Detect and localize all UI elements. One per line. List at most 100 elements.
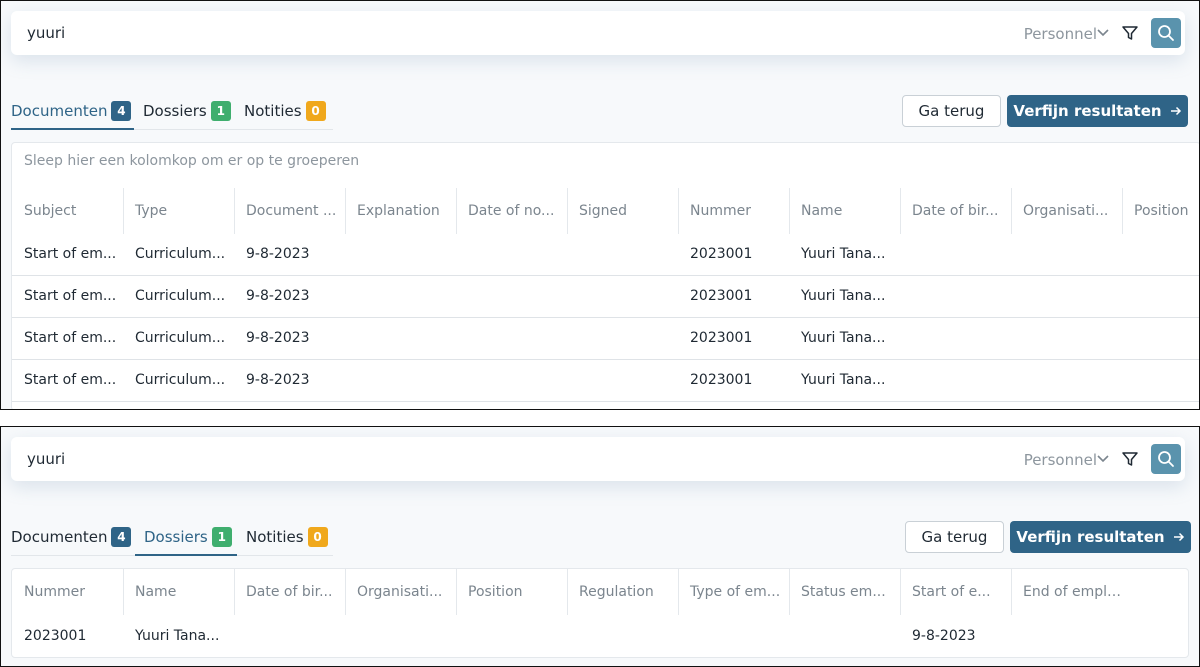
tab-dossiers[interactable]: Dossiers 1 xyxy=(143,97,235,130)
column-resize-handle[interactable] xyxy=(456,188,457,234)
tab-label: Notities xyxy=(244,102,302,120)
dossiers-grid: Nummer Name Date of bir... Organisati... Pos… xyxy=(11,568,1189,658)
column-resize-handle[interactable] xyxy=(123,569,124,615)
column-resize-handle[interactable] xyxy=(678,188,679,234)
column-header[interactable]: Explanation xyxy=(345,188,456,234)
table-cell: Yuuri Tana... xyxy=(801,288,886,304)
table-cell xyxy=(678,616,789,657)
table-row[interactable]: 2023001 Yuuri Tana... 9-8-2023 xyxy=(12,616,1188,657)
table-cell: 9-8-2023 xyxy=(246,246,310,262)
column-header[interactable]: Start of e... xyxy=(900,569,1011,615)
filter-icon[interactable] xyxy=(1121,24,1139,42)
column-header[interactable]: Position xyxy=(1122,188,1199,234)
tab-documenten[interactable]: Documenten 4 xyxy=(11,523,134,556)
table-cell xyxy=(456,616,567,657)
column-resize-handle[interactable] xyxy=(900,569,901,615)
column-header[interactable]: Type of em... xyxy=(678,569,789,615)
column-header[interactable]: Position xyxy=(456,569,567,615)
table-cell xyxy=(1011,234,1122,275)
tab-documenten[interactable]: Documenten 4 xyxy=(11,97,134,130)
column-header[interactable]: Status em... xyxy=(789,569,900,615)
table-row[interactable]: Start of em... Curriculum... 9-8-2023 20230… xyxy=(12,360,1199,402)
column-resize-handle[interactable] xyxy=(234,569,235,615)
table-cell xyxy=(1011,276,1122,317)
table-cell xyxy=(345,360,456,401)
table-cell: Yuuri Tana... xyxy=(801,330,886,346)
table-cell xyxy=(900,234,1011,275)
column-header[interactable]: Nummer xyxy=(12,569,123,615)
table-row[interactable]: Start of em... Curriculum... 9-8-2023 20230… xyxy=(12,276,1199,318)
table-cell: 2023001 xyxy=(24,628,87,644)
column-resize-handle[interactable] xyxy=(234,188,235,234)
dossiers-results-panel: yuuri Personnel Documenten 4 Dossiers 1 No… xyxy=(0,426,1200,667)
column-resize-handle[interactable] xyxy=(1011,569,1012,615)
column-resize-handle[interactable] xyxy=(1122,188,1123,234)
chevron-down-icon[interactable] xyxy=(1097,454,1109,464)
refine-results-button[interactable]: Verfijn resultaten xyxy=(1010,521,1191,553)
table-cell: 9-8-2023 xyxy=(246,372,310,388)
tab-dossiers[interactable]: Dossiers 1 xyxy=(135,523,237,556)
column-resize-handle[interactable] xyxy=(345,188,346,234)
refine-results-button[interactable]: Verfijn resultaten xyxy=(1007,95,1188,127)
column-resize-handle[interactable] xyxy=(789,569,790,615)
table-cell: Curriculum... xyxy=(135,330,226,346)
table-cell: 9-8-2023 xyxy=(246,330,310,346)
column-resize-handle[interactable] xyxy=(1011,188,1012,234)
scope-select[interactable]: Personnel xyxy=(1024,25,1097,43)
scope-select[interactable]: Personnel xyxy=(1024,451,1097,469)
column-resize-handle[interactable] xyxy=(789,188,790,234)
table-cell xyxy=(900,318,1011,359)
column-header[interactable]: Type xyxy=(123,188,234,234)
table-cell xyxy=(789,616,900,657)
column-header[interactable]: Organisati... xyxy=(1011,188,1122,234)
search-button[interactable] xyxy=(1151,18,1181,48)
back-button[interactable]: Ga terug xyxy=(905,521,1004,553)
table-cell xyxy=(1122,276,1199,317)
column-header[interactable]: Name xyxy=(789,188,900,234)
tab-notities[interactable]: Notities 0 xyxy=(246,523,336,556)
table-cell xyxy=(456,360,567,401)
search-input[interactable]: yuuri xyxy=(27,450,65,468)
column-header[interactable]: End of employment xyxy=(1011,569,1122,615)
column-header[interactable]: Nummer xyxy=(678,188,789,234)
column-header[interactable]: Date of bir... xyxy=(234,569,345,615)
search-bar: yuuri Personnel xyxy=(11,11,1185,55)
column-header[interactable]: Date of no... xyxy=(456,188,567,234)
table-cell: Start of em... xyxy=(24,288,117,304)
table-cell xyxy=(234,616,345,657)
column-header[interactable]: Document ... xyxy=(234,188,345,234)
tab-label: Documenten xyxy=(11,528,108,546)
table-row[interactable]: Start of em... Curriculum... 9-8-2023 20230… xyxy=(12,234,1199,276)
column-resize-handle[interactable] xyxy=(678,569,679,615)
column-resize-handle[interactable] xyxy=(900,188,901,234)
tab-label: Dossiers xyxy=(144,528,208,546)
back-button-label: Ga terug xyxy=(921,528,988,546)
filter-icon[interactable] xyxy=(1121,450,1139,468)
table-cell xyxy=(1122,234,1199,275)
tab-notities[interactable]: Notities 0 xyxy=(244,97,334,130)
column-header[interactable]: Signed xyxy=(567,188,678,234)
back-button[interactable]: Ga terug xyxy=(902,95,1001,127)
count-badge: 0 xyxy=(307,527,328,547)
table-cell xyxy=(345,616,456,657)
column-resize-handle[interactable] xyxy=(567,188,568,234)
arrow-right-icon xyxy=(1170,106,1181,116)
column-header[interactable]: Date of bir... xyxy=(900,188,1011,234)
column-header[interactable]: Organisati... xyxy=(345,569,456,615)
column-header[interactable]: Subject xyxy=(12,188,123,234)
column-header[interactable]: Regulation xyxy=(567,569,678,615)
table-cell xyxy=(900,360,1011,401)
column-resize-handle[interactable] xyxy=(345,569,346,615)
search-input[interactable]: yuuri xyxy=(27,24,65,42)
search-bar: yuuri Personnel xyxy=(11,437,1185,481)
column-resize-handle[interactable] xyxy=(123,188,124,234)
table-row[interactable]: Start of em... Curriculum... 9-8-2023 20230… xyxy=(12,318,1199,360)
column-resize-handle[interactable] xyxy=(567,569,568,615)
table-cell: Curriculum... xyxy=(135,372,226,388)
group-by-hint[interactable]: Sleep hier een kolomkop om er op te groe… xyxy=(24,153,359,169)
table-cell: Start of em... xyxy=(24,372,117,388)
column-header[interactable]: Name xyxy=(123,569,234,615)
chevron-down-icon[interactable] xyxy=(1097,28,1109,38)
search-button[interactable] xyxy=(1151,444,1181,474)
column-resize-handle[interactable] xyxy=(456,569,457,615)
